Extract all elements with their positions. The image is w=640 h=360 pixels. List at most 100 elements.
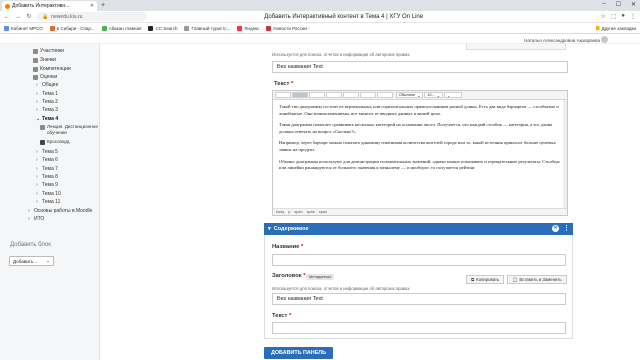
editor-paragraph: Обычно диаграммы используют для демонстр… bbox=[279, 158, 560, 171]
avatar[interactable] bbox=[601, 36, 608, 43]
chevron-down-icon: ⌄ bbox=[46, 258, 50, 263]
browser-tab[interactable]: Добавить Интерактивн... ✕ bbox=[2, 1, 97, 11]
star-icon[interactable]: ☆ bbox=[600, 13, 605, 20]
chevron-right-icon: › bbox=[36, 199, 38, 205]
editor-toolbar: Обычное ⌄ 10... ⌄ ⌄ bbox=[273, 91, 567, 100]
new-tab-icon[interactable]: + bbox=[101, 2, 105, 9]
text-label: Текст * bbox=[274, 81, 294, 87]
editor-content[interactable]: Такой тип диаграммы состоит из вертикаль… bbox=[279, 104, 563, 177]
style-select[interactable]: ⌄ bbox=[443, 92, 462, 98]
browser-toolbar: ← → ↻ 🔒 newedu.kiu.ru Добавить Интеракти… bbox=[0, 11, 640, 23]
bookmark[interactable]: Главный туристс... bbox=[184, 25, 230, 31]
back-icon[interactable]: ← bbox=[4, 14, 10, 20]
sidebar-item-topic-6[interactable]: › Тема 6 bbox=[36, 157, 58, 163]
bookmark-icon bbox=[237, 25, 243, 31]
add-block-select[interactable]: Добавить... ⌄ bbox=[9, 256, 54, 266]
paste-icon: 📋 bbox=[512, 276, 518, 282]
sidebar-item-topic-10[interactable]: › Тема 10 bbox=[36, 191, 61, 197]
sidebar-item-participants[interactable]: Участники bbox=[33, 48, 64, 54]
minimize-icon[interactable]: – bbox=[602, 1, 605, 8]
sidebar-item-badges[interactable]: Значки bbox=[33, 57, 56, 63]
editor-tool-button[interactable] bbox=[326, 92, 342, 98]
heading-field[interactable]: Без названия Text bbox=[272, 293, 566, 305]
close-tab-icon[interactable]: ✕ bbox=[90, 3, 94, 9]
close-window-icon[interactable]: ✕ bbox=[631, 1, 636, 8]
chevron-right-icon: › bbox=[36, 166, 38, 172]
add-panel-button[interactable]: ДОБАВИТЬ ПАНЕЛЬ bbox=[264, 347, 333, 359]
profile-icon[interactable]: ● bbox=[621, 13, 625, 20]
sidebar-item-grades[interactable]: Оценки bbox=[33, 74, 57, 80]
top-button-remnant bbox=[466, 44, 566, 50]
metadata-badge[interactable]: Метаданные bbox=[306, 274, 335, 280]
sidebar-item-topic-7[interactable]: › Тема 7 bbox=[36, 166, 58, 172]
editor-tool-button[interactable] bbox=[275, 92, 291, 98]
editor-tool-button[interactable] bbox=[360, 92, 376, 98]
bookmark[interactable]: Яндекс bbox=[237, 25, 259, 31]
sidebar-item-ito[interactable]: › ИТО bbox=[28, 216, 44, 222]
format-select[interactable]: Обычное ⌄ bbox=[396, 92, 424, 98]
bookmark[interactable]: Абакан главная bbox=[101, 25, 141, 31]
lock-icon: 🔒 bbox=[42, 13, 49, 20]
sidebar-item-topic-5[interactable]: › Тема 5 bbox=[36, 149, 58, 155]
sidebar-item-topic-9[interactable]: › Тема 9 bbox=[36, 182, 58, 188]
name-field[interactable] bbox=[272, 254, 566, 266]
text-label-2: Текст * bbox=[272, 313, 292, 319]
chevron-down-icon: ▾ bbox=[268, 226, 271, 232]
url-text: newedu.kiu.ru bbox=[51, 13, 83, 20]
heading-label: Заголовок * bbox=[272, 273, 306, 279]
editor-statusbar: body p span span span bbox=[273, 208, 567, 215]
text-field-2[interactable] bbox=[272, 322, 566, 334]
sidebar-item-topic-11[interactable]: › Тема 11 bbox=[36, 199, 60, 205]
editor-scrollbar[interactable] bbox=[563, 100, 567, 208]
sidebar-item-competencies[interactable]: Компетенции bbox=[33, 66, 71, 72]
paste-replace-button[interactable]: 📋 Вставить и Заменить bbox=[507, 275, 567, 284]
section-title: Содержимое bbox=[273, 226, 309, 232]
sidebar-item-topic-4[interactable]: ⌄ Тема 4 bbox=[36, 116, 58, 122]
maximize-icon[interactable]: ☐ bbox=[616, 1, 621, 8]
content-section-header[interactable]: ▾ Содержимое ✕ ⋮ bbox=[264, 223, 573, 235]
sidebar-item-topic-3[interactable]: › Тема 3 bbox=[36, 107, 58, 113]
bookmark[interactable]: Новости России - bbox=[266, 25, 310, 31]
required-marker: * bbox=[289, 313, 292, 319]
font-size-select[interactable]: 10... ⌄ bbox=[424, 92, 443, 98]
editor-tool-button-active[interactable] bbox=[292, 92, 308, 98]
sidebar-item-general[interactable]: › Общее bbox=[36, 82, 58, 88]
editor-paragraph: Такой тип диаграммы состоит из вертикаль… bbox=[279, 104, 559, 116]
editor-tool-button[interactable] bbox=[309, 92, 325, 98]
chevron-right-icon: › bbox=[36, 99, 38, 105]
sidebar-subitem-lecture[interactable]: Лекция. Дистанционное обучение bbox=[40, 124, 98, 136]
sidebar-item-topic-8[interactable]: › Тема 8 bbox=[36, 174, 58, 180]
bookmark-icon bbox=[4, 25, 9, 31]
title-field[interactable]: Без названия Text bbox=[272, 61, 568, 73]
chevron-right-icon: › bbox=[36, 182, 38, 188]
sidebar-subitem-crossword[interactable]: Кроссворд bbox=[40, 139, 69, 145]
editor-tool-button[interactable] bbox=[377, 92, 393, 98]
chevron-right-icon: › bbox=[36, 174, 38, 180]
sidebar: Участники Значки Компетенции Оценки › Общ… bbox=[0, 44, 100, 360]
bookmark[interactable]: Кабинет МРСО bbox=[4, 25, 43, 31]
user-name[interactable]: Наталья Александровна Акшараева bbox=[524, 38, 600, 43]
editor-tool-button[interactable] bbox=[343, 92, 359, 98]
bookmark[interactable]: в Сибири - Спар... bbox=[49, 25, 95, 31]
chevron-right-icon: › bbox=[36, 91, 38, 97]
chevron-right-icon: › bbox=[28, 216, 30, 222]
sidebar-item-moodle-basics[interactable]: › Основы работы в Moodle bbox=[28, 208, 92, 214]
rich-text-editor[interactable]: Обычное ⌄ 10... ⌄ ⌄ Такой тип диаграммы со… bbox=[272, 90, 568, 216]
name-label: Название * bbox=[272, 244, 304, 250]
sidebar-item-topic-1[interactable]: › Тема 1 bbox=[36, 91, 58, 97]
tab-title: Добавить Интерактивн... bbox=[12, 3, 70, 9]
bookmark[interactable]: CC Search bbox=[148, 25, 177, 31]
menu-icon[interactable]: ⋮ bbox=[630, 13, 636, 20]
sidebar-item-topic-2[interactable]: › Тема 2 bbox=[36, 99, 58, 105]
extensions-icon[interactable]: ⬚ bbox=[611, 13, 617, 20]
reload-icon[interactable]: ↻ bbox=[26, 13, 32, 20]
copy-button[interactable]: ⧉ Копировать bbox=[466, 275, 505, 284]
crossword-icon bbox=[40, 140, 45, 145]
chevron-down-icon: ⌄ bbox=[36, 116, 41, 122]
forward-icon[interactable]: → bbox=[15, 14, 21, 20]
other-bookmarks[interactable]: ▆ Другие закладки bbox=[596, 25, 636, 31]
menu-icon[interactable]: ⋮ bbox=[563, 224, 570, 232]
participants-icon bbox=[33, 48, 38, 54]
close-icon[interactable]: ✕ bbox=[552, 225, 559, 232]
toolbar-icons: ☆ ⬚ ● ⋮ bbox=[600, 13, 636, 20]
